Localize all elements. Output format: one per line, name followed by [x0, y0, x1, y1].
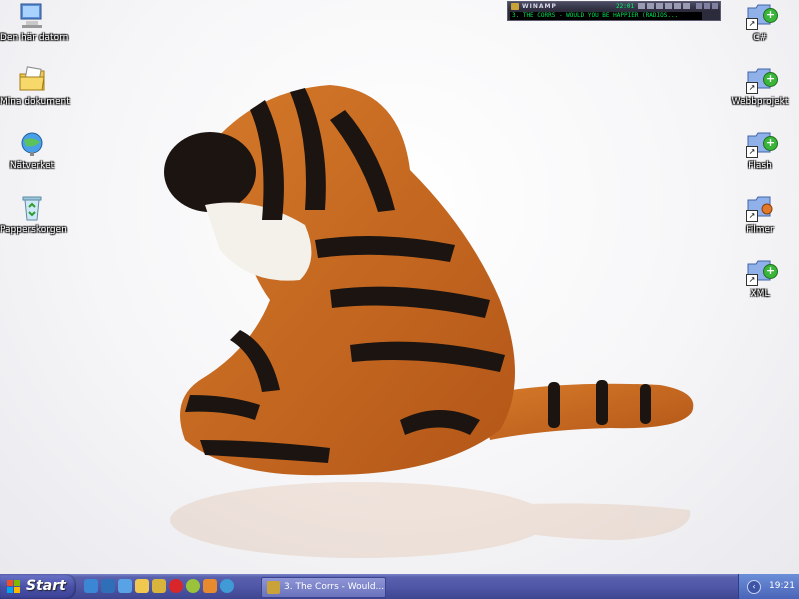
winamp-logo-icon [511, 3, 519, 10]
desktop: Den här datorn Mina dokument Nätverket P… [0, 0, 799, 574]
folder-icon[interactable] [135, 579, 149, 593]
winamp-controls [638, 3, 690, 10]
media-icon[interactable] [186, 579, 200, 593]
start-label: Start [26, 578, 66, 594]
winamp-track-display: 3. THE CORRS - WOULD YOU BE HAPPIER (RAD… [510, 12, 702, 20]
desktop-icon-recycle-bin[interactable]: Papperskorgen [0, 194, 67, 236]
previous-icon[interactable] [638, 3, 645, 9]
folder-shortcut-icon: ↗ + [746, 66, 778, 94]
messenger-icon[interactable] [203, 579, 217, 593]
folder-shortcut-icon: ↗ + [746, 258, 778, 286]
desktop-icon-xml[interactable]: ↗ + XML [728, 258, 792, 300]
network-icon [18, 130, 46, 158]
tiger-plush-icon [164, 85, 694, 558]
outlook-icon[interactable] [101, 579, 115, 593]
plus-icon: + [763, 8, 778, 23]
next-icon[interactable] [674, 3, 681, 9]
desktop-icon-label: Nätverket [9, 161, 55, 171]
system-tray: ‹ 19:21 [738, 574, 799, 599]
winamp-window-buttons [696, 3, 718, 9]
desktop-icon-label: Flash [748, 161, 772, 171]
winamp-player[interactable]: WINAMP 22:01 3. THE CORRS - WOULD YOU BE… [507, 1, 721, 21]
desktop-icon-label: Filmer [746, 225, 774, 235]
ie-alt-icon[interactable] [118, 579, 132, 593]
shortcut-arrow-icon: ↗ [746, 82, 758, 94]
plus-icon: + [763, 72, 778, 87]
desktop-icon-label: Den här datorn [0, 33, 69, 43]
desktop-icon-csharp[interactable]: ↗ + C# [728, 2, 792, 44]
eject-icon[interactable] [683, 3, 690, 9]
my-documents-icon [18, 66, 46, 94]
plus-icon: + [763, 136, 778, 151]
minimize-icon[interactable] [696, 3, 702, 9]
pause-icon[interactable] [656, 3, 663, 9]
desktop-icon-label: XML [750, 289, 770, 299]
stop-icon[interactable] [665, 3, 672, 9]
internet-explorer-icon[interactable] [84, 579, 98, 593]
start-button[interactable]: Start [0, 574, 76, 599]
winamp-task-icon [267, 581, 280, 594]
quick-launch [84, 579, 234, 593]
close-icon[interactable] [712, 3, 718, 9]
winamp-time: 22:01 [616, 3, 635, 10]
shortcut-arrow-icon: ↗ [746, 210, 758, 222]
clock[interactable]: 19:21 [769, 574, 795, 599]
folder-shortcut-icon: ↗ [746, 194, 774, 222]
folder-shortcut-icon: ↗ + [746, 2, 778, 30]
desktop-icon-flash[interactable]: ↗ + Flash [728, 130, 792, 172]
plus-icon: + [763, 264, 778, 279]
desktop-icon-webbprojekt[interactable]: ↗ + Webbprojekt [728, 66, 792, 108]
opera-icon[interactable] [169, 579, 183, 593]
taskbar-button-winamp[interactable]: 3. The Corrs - Would... [261, 577, 386, 598]
chevron-left-icon[interactable]: ‹ [747, 580, 761, 594]
shortcut-arrow-icon: ↗ [746, 274, 758, 286]
taskbar: Start 3. The Corrs - Would... ‹ 19:21 [0, 574, 799, 599]
play-icon[interactable] [647, 3, 654, 9]
my-computer-icon [18, 2, 46, 30]
folder-shortcut-icon: ↗ + [746, 130, 778, 158]
desktop-icon-label: Papperskorgen [0, 225, 67, 235]
winamp-title: WINAMP [522, 3, 557, 10]
desktop-icon-filmer[interactable]: ↗ Filmer [728, 194, 792, 236]
desktop-icon-label: Webbprojekt [731, 97, 789, 107]
desktop-icon-label: Mina dokument [0, 97, 70, 107]
winamp-icon[interactable] [152, 579, 166, 593]
desktop-icon-label: C# [753, 33, 767, 43]
desktop-icon-network[interactable]: Nätverket [0, 130, 64, 172]
recycle-bin-icon [18, 194, 46, 222]
desktop-icon-my-computer[interactable]: Den här datorn [0, 2, 68, 44]
windows-flag-icon [7, 580, 20, 593]
shortcut-arrow-icon: ↗ [746, 18, 758, 30]
network-connection-icon[interactable] [220, 579, 234, 593]
shade-icon[interactable] [704, 3, 710, 9]
shortcut-arrow-icon: ↗ [746, 146, 758, 158]
desktop-icon-my-documents[interactable]: Mina dokument [0, 66, 70, 108]
taskbar-button-label: 3. The Corrs - Would... [284, 582, 385, 592]
